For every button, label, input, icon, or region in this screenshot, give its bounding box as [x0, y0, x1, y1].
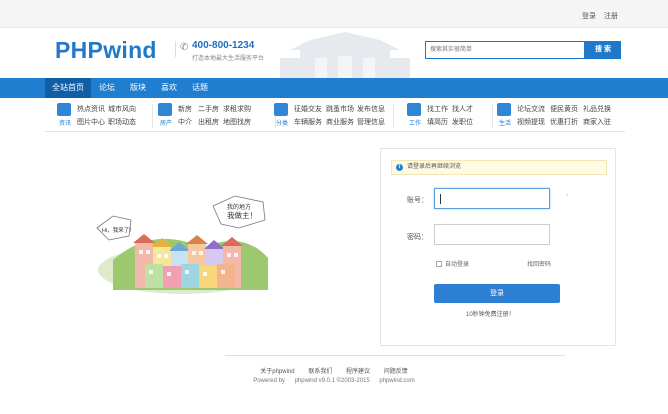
category-news: 资讯 热点资讯 城市风向 图片中心 职场动态	[57, 102, 153, 130]
category-work: 工作 找工作 找人才 填简历 发职位	[407, 102, 493, 130]
category-label: 房产	[159, 121, 172, 127]
top-bar: 登录 注册	[0, 0, 668, 28]
category-link[interactable]: 礼品兑换	[583, 104, 611, 114]
site-link[interactable]: phpwind.com	[379, 378, 414, 384]
register-link[interactable]: 10秒钟免费注册！	[466, 309, 515, 318]
category-bar: 资讯 热点资讯 城市风向 图片中心 职场动态 房产 新房 二手房 求租求购 中介…	[45, 98, 625, 132]
version-text: phpwind v9.0.1 ©2003-2015	[294, 378, 370, 384]
category-classified: 分类 征婚交友 跳蚤市场 发布信息 车辆服务 商业服务 管理信息	[274, 102, 394, 130]
gate-tower-illustration	[280, 32, 410, 78]
category-link[interactable]: 城市风向	[108, 104, 136, 114]
auto-login-label: 自动登录	[445, 262, 470, 268]
password-field[interactable]	[434, 224, 550, 245]
speech-bubble-right: 我的地方 我做主！	[212, 195, 266, 229]
category-label: 生活	[498, 121, 511, 127]
category-link[interactable]: 找工作	[427, 104, 448, 114]
phone-icon: ✆	[175, 41, 188, 57]
search-input[interactable]: 搜索其实很简单	[425, 41, 585, 59]
forgot-password-link[interactable]: 找回密码	[527, 259, 551, 268]
site-logo[interactable]: PHPwind	[55, 37, 157, 64]
nav-item-home[interactable]: 全站首页	[45, 78, 91, 98]
speech-bubble-left: Hi，我来了！	[96, 215, 135, 241]
category-link[interactable]: 商业服务	[326, 117, 354, 127]
powered-by: Powered by phpwind v9.0.1 ©2003-2015 php…	[0, 378, 668, 384]
category-link[interactable]: 找人才	[452, 104, 473, 114]
category-link[interactable]: 中介	[178, 117, 192, 127]
footer-link-contact[interactable]: 联系我们	[308, 369, 332, 375]
powered-by-label: Powered by	[253, 378, 285, 384]
nav-item-forum[interactable]: 论坛	[93, 78, 121, 98]
work-icon	[407, 103, 421, 116]
password-label: 密码：	[407, 234, 428, 241]
category-link[interactable]: 便民黄页	[550, 104, 578, 114]
nav-item-boards[interactable]: 版块	[124, 78, 152, 98]
category-link[interactable]: 征婚交友	[294, 104, 322, 114]
account-label: 账号：	[407, 197, 428, 204]
register-link[interactable]: 注册	[604, 13, 618, 20]
login-notice-text: 请登录后再继续浏览	[407, 164, 462, 170]
search-button[interactable]: 搜 索	[585, 41, 621, 59]
category-link[interactable]: 视频提现	[517, 117, 545, 127]
category-link[interactable]: 新房	[178, 104, 192, 114]
account-field[interactable]	[434, 188, 550, 209]
hotline-number: 400-800-1234	[192, 40, 255, 51]
main-nav: 全站首页 论坛 版块 喜欢 话题	[0, 78, 668, 98]
category-label: 资讯	[58, 121, 71, 127]
category-icon	[274, 103, 288, 116]
footer-divider	[225, 355, 565, 356]
category-link[interactable]: 求租求购	[223, 104, 251, 114]
category-link[interactable]: 商家入驻	[583, 117, 611, 127]
news-icon	[57, 103, 71, 116]
auto-login-checkbox[interactable]: 自动登录	[436, 259, 469, 268]
category-link[interactable]: 论坛交流	[517, 104, 545, 114]
login-link[interactable]: 登录	[582, 13, 596, 20]
category-link[interactable]: 发职位	[452, 117, 473, 127]
site-slogan: 打造本地最大生活服务平台	[192, 56, 265, 62]
category-link[interactable]: 管理信息	[357, 117, 385, 127]
footer-links: 关于phpwind 联系我们 程序建议 问题反馈	[0, 366, 668, 375]
category-house: 房产 新房 二手房 求租求购 中介 出租房 地图找房	[158, 102, 276, 130]
footer-link-suggest[interactable]: 程序建议	[346, 369, 370, 375]
nav-item-likes[interactable]: 喜欢	[155, 78, 183, 98]
category-label: 工作	[408, 121, 421, 127]
bubble-left-text: Hi，我来了！	[102, 226, 135, 234]
category-link[interactable]: 出租房	[198, 117, 219, 127]
bubble-right-text-1: 我的地方	[227, 203, 251, 211]
category-link[interactable]: 职场动态	[108, 117, 136, 127]
town-illustration: Hi，我来了！ 我的地方 我做主！	[96, 195, 268, 294]
nav-item-topics[interactable]: 话题	[186, 78, 214, 98]
top-links: 登录 注册	[576, 11, 618, 21]
category-life: 生活 论坛交流 便民黄页 礼品兑换 视频提现 优惠打折 商家入驻	[497, 102, 622, 130]
category-link[interactable]: 车辆服务	[294, 117, 322, 127]
category-link[interactable]: 热点资讯	[77, 104, 105, 114]
login-panel: i 请登录后再继续浏览 账号： › 密码： 自动登录 找回密码 登录 10秒钟免…	[380, 148, 616, 346]
login-notice: i 请登录后再继续浏览	[391, 160, 607, 175]
category-link[interactable]: 地图找房	[223, 117, 251, 127]
house-icon	[158, 103, 172, 116]
header: PHPwind ✆ 400-800-1234 打造本地最大生活服务平台 搜索其实…	[0, 28, 668, 78]
footer-link-feedback[interactable]: 问题反馈	[384, 369, 408, 375]
checkbox-icon	[436, 261, 442, 268]
bubble-right-text-2: 我做主！	[227, 210, 257, 220]
chevron-right-icon: ›	[566, 190, 569, 199]
life-icon	[497, 103, 511, 116]
category-link[interactable]: 填简历	[427, 117, 448, 127]
category-link[interactable]: 二手房	[198, 104, 219, 114]
info-icon: i	[396, 164, 403, 171]
category-link[interactable]: 优惠打折	[550, 117, 578, 127]
footer-link-about[interactable]: 关于phpwind	[260, 369, 294, 375]
category-link[interactable]: 跳蚤市场	[326, 104, 354, 114]
login-button[interactable]: 登录	[434, 284, 560, 303]
category-link[interactable]: 发布信息	[357, 104, 385, 114]
category-link[interactable]: 图片中心	[77, 117, 105, 127]
category-label: 分类	[275, 121, 288, 127]
